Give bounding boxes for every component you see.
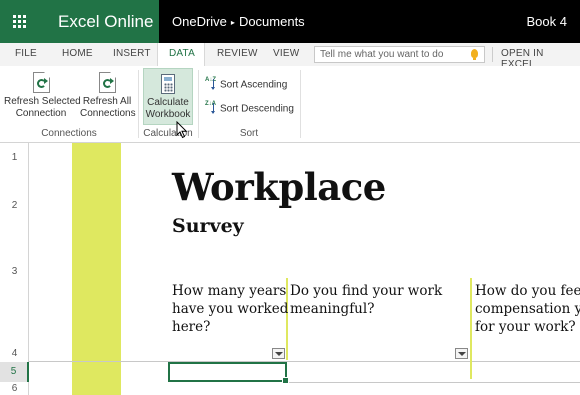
breadcrumb: OneDrive ▸ Documents [172,14,305,29]
sort-ascending-glyph: A↓Z [205,77,216,83]
calculate-workbook-button[interactable]: Calculate Workbook [143,68,193,125]
row-number-5[interactable]: 5 [0,362,29,382]
document-title[interactable]: Book 4 [527,14,567,29]
refresh-all-label-line2: Connections [80,108,136,119]
app-launcher-button[interactable] [0,0,39,43]
row-number-3[interactable]: 3 [0,266,29,280]
lightbulb-icon [471,49,478,60]
sort-ascending-label: Sort Ascending [220,79,288,91]
accent-column-fill [72,143,121,395]
refresh-all-icon [98,72,116,93]
refresh-all-connections-button[interactable]: Refresh All Connections [80,72,136,120]
sort-group-label: Sort [239,128,259,139]
tell-me-placeholder: Tell me what you want to do [320,49,444,60]
sort-ascending-icon: A↓Z [205,77,218,91]
tab-divider [492,47,493,62]
sort-descending-glyph: Z↓A [205,101,216,107]
calculate-label-line2: Workbook [145,109,191,120]
ribbon-tab-strip: FILE HOME INSERT DATA REVIEW VIEW Tell m… [0,43,580,70]
refresh-icon [32,72,50,93]
column-divider [470,278,472,379]
row-line [287,382,580,383]
row-number-1[interactable]: 1 [0,152,29,166]
filter-dropdown-icon[interactable] [455,348,468,359]
question-cell-1[interactable]: How many years have you worked here? [172,282,288,336]
sort-descending-label: Sort Descending [220,103,294,115]
row-number-2[interactable]: 2 [0,200,29,214]
tab-home[interactable]: HOME [62,48,93,59]
filter-dropdown-icon[interactable] [272,348,285,359]
breadcrumb-separator-icon: ▸ [230,18,235,27]
refresh-selected-label-line2: Connection [15,108,67,119]
refresh-selected-label-line1: Refresh Selected [4,96,81,107]
waffle-icon [13,15,26,28]
sort-descending-icon: Z↓A [205,101,218,115]
tab-data[interactable]: DATA [169,48,195,59]
sheet-title: Workplace [172,165,386,209]
tab-insert[interactable]: INSERT [113,48,151,59]
selected-cell[interactable] [168,362,289,384]
row-line [29,361,580,362]
question-cell-2[interactable]: Do you find your work meaningful? [290,282,442,318]
tell-me-search-input[interactable]: Tell me what you want to do [314,46,485,63]
sheet-subtitle: Survey [172,215,244,237]
group-divider [198,70,199,138]
calculate-label-line1: Calculate [147,97,189,108]
group-divider [138,70,139,138]
breadcrumb-onedrive[interactable]: OneDrive [172,14,227,29]
tab-view[interactable]: VIEW [273,48,299,59]
refresh-selected-connection-button[interactable]: Refresh Selected Connection [4,72,81,120]
breadcrumb-documents[interactable]: Documents [239,14,305,29]
sort-descending-button[interactable]: Z↓A Sort Descending [205,101,294,115]
sort-ascending-button[interactable]: A↓Z Sort Ascending [205,77,288,91]
tab-review[interactable]: REVIEW [217,48,258,59]
group-divider [300,70,301,138]
row-number-6[interactable]: 6 [0,383,29,395]
question-cell-3[interactable]: How do you feel compensation y for your … [475,282,580,336]
refresh-all-label-line1: Refresh All [82,96,132,107]
connections-group-label: Connections [41,128,97,139]
ribbon-data: Refresh Selected Connection Refresh All … [0,66,580,143]
tab-file[interactable]: FILE [15,48,37,59]
row-header: 1 2 3 4 5 6 [0,143,29,395]
calculator-icon [161,74,175,94]
worksheet-grid[interactable]: 1 2 3 4 5 6 Workplace Survey How many ye… [0,143,580,395]
title-bar: Excel Online OneDrive ▸ Documents Book 4 [0,0,580,43]
app-brand[interactable]: Excel Online [39,0,159,43]
row-number-4[interactable]: 4 [0,348,29,362]
app-name: Excel Online [58,12,154,31]
